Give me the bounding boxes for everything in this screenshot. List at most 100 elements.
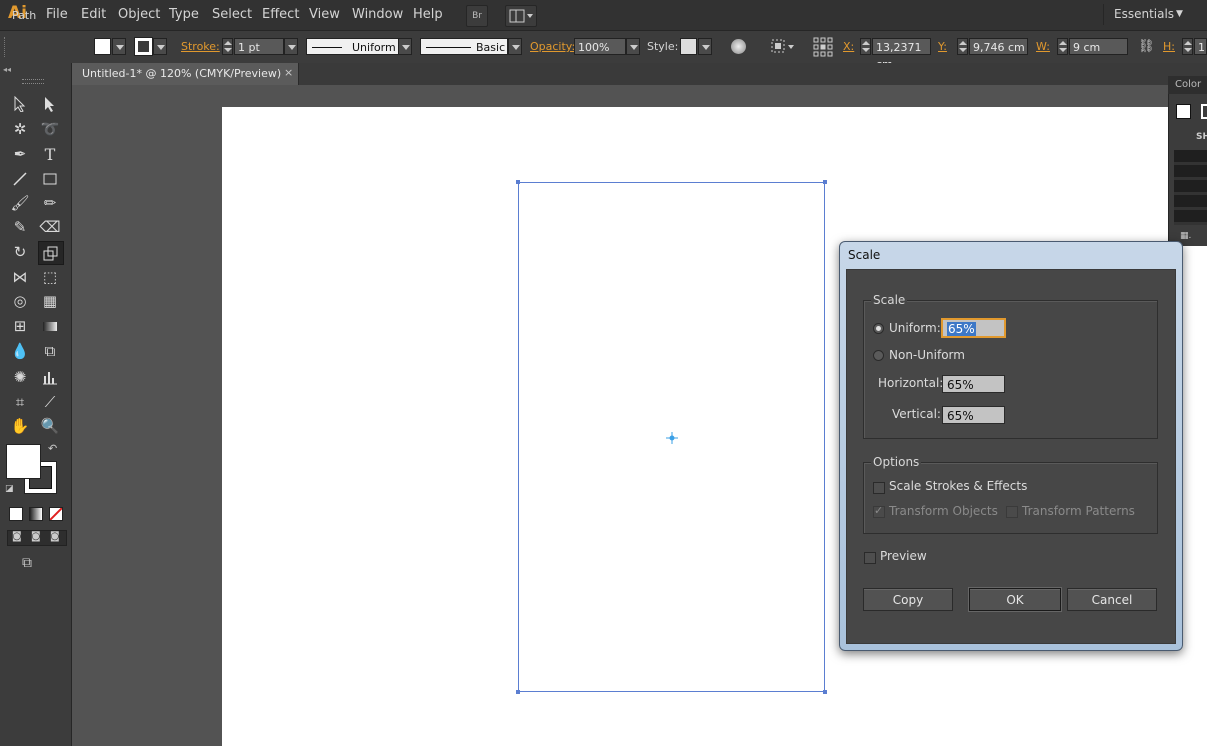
free-transform-tool-icon[interactable]: ⬚	[38, 266, 62, 288]
cancel-button[interactable]: Cancel	[1067, 588, 1157, 611]
magic-wand-tool-icon[interactable]: ✲	[8, 118, 32, 140]
scale-strokes-label[interactable]: Scale Strokes & Effects	[889, 479, 1027, 493]
paintbrush-tool-icon[interactable]: 🖌	[8, 192, 32, 214]
y-stepper[interactable]	[957, 38, 968, 55]
stroke-swatch-dropdown[interactable]	[153, 38, 167, 55]
width-tool-icon[interactable]: ⋈	[8, 266, 32, 288]
close-icon[interactable]: ×	[284, 66, 293, 79]
variable-width-profile[interactable]: Uniform	[306, 38, 399, 55]
screen-mode-icon[interactable]: ⧉	[22, 555, 32, 571]
color-panel-tab[interactable]: Color	[1168, 76, 1207, 94]
menu-help[interactable]: Help	[413, 7, 443, 22]
align-to-button[interactable]	[770, 38, 796, 55]
bridge-button[interactable]: Br	[466, 5, 488, 27]
panel-stroke-swatch[interactable]	[1201, 104, 1207, 119]
x-label[interactable]: X:	[843, 40, 854, 53]
menu-type[interactable]: Type	[169, 7, 199, 22]
non-uniform-radio[interactable]	[873, 350, 884, 361]
h-field[interactable]: 1	[1194, 38, 1207, 55]
slice-tool-icon[interactable]: ⟋	[38, 391, 62, 413]
selection-handle[interactable]	[516, 690, 520, 694]
h-label[interactable]: H:	[1163, 40, 1175, 53]
ok-button[interactable]: OK	[968, 587, 1062, 612]
stroke-weight-field[interactable]: 1 pt	[234, 38, 284, 55]
mesh-tool-icon[interactable]: ⊞	[8, 315, 32, 337]
brush-definition[interactable]: Basic	[420, 38, 508, 55]
swatch-library-icon[interactable]: ▦.	[1180, 231, 1191, 241]
gradient-mode-icon[interactable]	[29, 507, 43, 521]
constrain-proportions-icon[interactable]: ⛓	[1138, 39, 1155, 54]
blob-brush-tool-icon[interactable]: ✎	[8, 216, 32, 238]
artboard-tool-icon[interactable]: ⌗	[8, 391, 32, 413]
menu-object[interactable]: Object	[118, 7, 160, 22]
eraser-tool-icon[interactable]: ⌫	[38, 216, 62, 238]
rotate-tool-icon[interactable]: ↻	[8, 241, 32, 263]
stroke-swatch[interactable]	[134, 37, 153, 56]
column-graph-tool-icon[interactable]	[38, 366, 62, 388]
drawing-modes[interactable]: ◙ ◙ ◙	[7, 530, 67, 546]
reference-point-icon[interactable]	[813, 37, 833, 57]
w-stepper[interactable]	[1057, 38, 1068, 55]
swap-colors-icon[interactable]: ↶	[48, 442, 57, 455]
preview-label[interactable]: Preview	[880, 549, 927, 563]
h-stepper[interactable]	[1182, 38, 1193, 55]
lasso-tool-icon[interactable]: ➰	[38, 118, 62, 140]
w-field[interactable]: 9 cm	[1069, 38, 1128, 55]
eyedropper-tool-icon[interactable]: 💧	[8, 340, 32, 362]
stroke-weight-stepper[interactable]	[222, 38, 233, 55]
panel-fill-swatch[interactable]	[1176, 104, 1191, 119]
y-field[interactable]: 9,746 cm	[969, 38, 1028, 55]
collapse-panel-icon[interactable]: ◂◂	[3, 65, 11, 74]
pen-tool-icon[interactable]: ✒	[8, 143, 32, 165]
y-label[interactable]: Y:	[938, 40, 947, 53]
gradient-tool-icon[interactable]	[38, 315, 62, 337]
selection-tool-icon[interactable]	[8, 93, 32, 115]
x-stepper[interactable]	[860, 38, 871, 55]
recolor-artwork-icon[interactable]	[731, 39, 746, 54]
blend-tool-icon[interactable]: ⧉	[38, 340, 62, 362]
hand-tool-icon[interactable]: ✋	[8, 415, 32, 437]
x-field[interactable]: 13,2371 cm	[872, 38, 931, 71]
rectangle-tool-icon[interactable]	[38, 168, 62, 190]
shape-builder-tool-icon[interactable]: ◎	[8, 290, 32, 312]
menu-window[interactable]: Window	[352, 7, 403, 22]
preview-checkbox[interactable]	[864, 552, 876, 564]
pencil-tool-icon[interactable]: ✏	[38, 192, 62, 214]
fill-swatch[interactable]	[94, 38, 111, 55]
horizontal-field[interactable]: 65%	[942, 375, 1005, 393]
menu-edit[interactable]: Edit	[81, 7, 106, 22]
opacity-dropdown[interactable]	[626, 38, 640, 55]
menu-view[interactable]: View	[309, 7, 340, 22]
w-label[interactable]: W:	[1036, 40, 1050, 53]
default-colors-icon[interactable]: ◪	[5, 484, 14, 494]
profile-dropdown[interactable]	[398, 38, 412, 55]
uniform-field[interactable]: 65%	[941, 318, 1006, 338]
symbol-sprayer-tool-icon[interactable]: ✺	[8, 366, 32, 388]
line-segment-tool-icon[interactable]	[8, 168, 32, 190]
menu-file[interactable]: File	[46, 7, 68, 22]
stroke-weight-dropdown[interactable]	[284, 38, 298, 55]
uniform-radio[interactable]	[873, 323, 884, 334]
workspace-switcher[interactable]: Essentials ▼	[1103, 4, 1204, 25]
arrange-documents-button[interactable]	[505, 5, 537, 27]
brush-dropdown[interactable]	[508, 38, 522, 55]
selection-handle[interactable]	[516, 180, 520, 184]
opacity-label[interactable]: Opacity:	[530, 40, 575, 53]
swatch-grid[interactable]	[1174, 150, 1207, 225]
graphic-style-swatch[interactable]	[680, 38, 697, 55]
uniform-label[interactable]: Uniform:	[889, 321, 941, 335]
selection-handle[interactable]	[823, 690, 827, 694]
none-mode-icon[interactable]	[49, 507, 63, 521]
scale-strokes-checkbox[interactable]	[873, 482, 885, 494]
draw-behind-icon[interactable]: ◙	[31, 531, 41, 542]
type-tool-icon[interactable]: T	[38, 143, 62, 165]
non-uniform-label[interactable]: Non-Uniform	[889, 348, 965, 362]
menu-select[interactable]: Select	[212, 7, 252, 22]
scale-tool-icon[interactable]	[38, 241, 64, 265]
style-dropdown[interactable]	[698, 38, 712, 55]
stroke-label[interactable]: Stroke:	[181, 40, 220, 53]
fill-color-front[interactable]	[6, 444, 41, 479]
perspective-grid-tool-icon[interactable]: ▦	[38, 290, 62, 312]
draw-inside-icon[interactable]: ◙	[50, 531, 60, 542]
document-tab[interactable]: Untitled-1* @ 120% (CMYK/Preview) ×	[72, 63, 299, 85]
